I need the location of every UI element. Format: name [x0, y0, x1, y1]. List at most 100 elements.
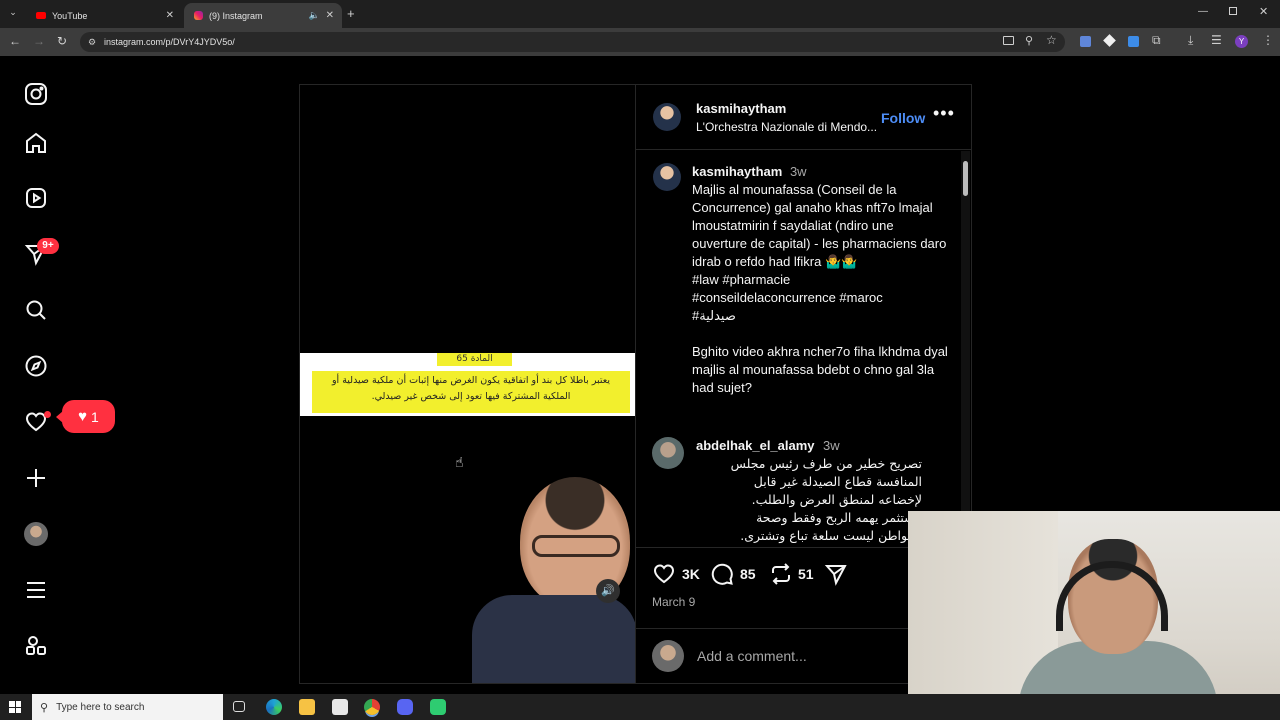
- mouse-cursor-icon: ☝: [455, 454, 464, 470]
- bookmark-star-icon[interactable]: ☆: [1046, 33, 1057, 47]
- repost-count[interactable]: 51: [798, 566, 814, 582]
- comment-icon[interactable]: [710, 562, 734, 591]
- create-plus-icon[interactable]: [22, 464, 50, 492]
- comment-line: تصريح خطير من طرف رئيس مجلس: [730, 456, 922, 471]
- comment-username[interactable]: abdelhak_el_alamy: [696, 438, 815, 453]
- profile-avatar[interactable]: [22, 520, 50, 548]
- comment-line: لإخضاعه لمنطق العرض والطلب.: [751, 492, 922, 507]
- avatar: [24, 522, 48, 546]
- profile-avatar-icon[interactable]: Y: [1235, 35, 1248, 48]
- taskbar-search-placeholder: Type here to search: [56, 701, 145, 713]
- caption-meta: kasmihaytham 3w: [692, 163, 952, 181]
- author-avatar[interactable]: [653, 103, 681, 131]
- close-icon[interactable]: ✕: [166, 10, 174, 21]
- likes-bubble-count: 1: [91, 408, 99, 425]
- also-from-meta-icon[interactable]: [22, 632, 50, 660]
- reels-icon[interactable]: [22, 184, 50, 212]
- highlighted-document-image: المادة 65 يعتبر باطلا كل بند أو اتفاقية …: [300, 353, 635, 416]
- windows-start-icon[interactable]: [9, 701, 21, 713]
- new-tab-button[interactable]: +: [347, 6, 355, 21]
- tab-youtube[interactable]: YouTube ✕: [26, 3, 182, 28]
- tab-label: (9) Instagram: [209, 10, 263, 21]
- site-info-icon[interactable]: ⚙: [88, 37, 96, 48]
- header-audio[interactable]: L'Orchestra Nazionale di Mendo...: [696, 120, 877, 134]
- follow-button[interactable]: Follow: [881, 110, 925, 126]
- comment-count[interactable]: 85: [740, 566, 756, 582]
- taskbar-search-box[interactable]: ⚲ Type here to search: [32, 694, 223, 720]
- comment-line: مستثمر يهمه الربح وفقط وصحة: [756, 510, 922, 525]
- install-icon[interactable]: [1003, 36, 1014, 45]
- download-icon[interactable]: ⤓: [1188, 33, 1193, 48]
- translate-icon[interactable]: [1080, 36, 1091, 47]
- bubble-pointer: [56, 411, 63, 423]
- repost-icon[interactable]: [769, 562, 793, 591]
- store-icon[interactable]: [332, 699, 348, 715]
- like-count[interactable]: 3K: [682, 566, 700, 582]
- post-date: March 9: [652, 595, 696, 609]
- maximize-button[interactable]: [1229, 7, 1237, 15]
- speaker-glasses: [532, 535, 620, 557]
- task-view-icon[interactable]: [233, 701, 245, 712]
- like-icon[interactable]: [652, 562, 676, 591]
- search-icon: ⚲: [40, 701, 49, 714]
- taskbar: ⚲ Type here to search: [0, 694, 1280, 720]
- caption-author-avatar[interactable]: [653, 163, 681, 191]
- reading-list-icon[interactable]: ☰: [1211, 33, 1222, 47]
- zoom-icon[interactable]: ⚲: [1025, 34, 1033, 47]
- extension-diamond-icon[interactable]: [1103, 34, 1116, 47]
- caption-text-2: Bghito video akhra ncher7o fiha lkhdma d…: [692, 344, 948, 395]
- comment-line: المنافسة قطاع الصيدلة غير قابل: [753, 474, 922, 489]
- comment-line: المواطن ليست سلعة تباع وتشترى.: [740, 528, 922, 543]
- tab-search-button[interactable]: ⌄: [6, 7, 20, 21]
- extension-blue-icon[interactable]: [1128, 36, 1139, 47]
- share-icon[interactable]: [824, 562, 848, 591]
- file-explorer-icon[interactable]: [299, 699, 315, 715]
- url-text: instagram.com/p/DVrY4JYDV5o/: [104, 37, 235, 47]
- close-icon[interactable]: ✕: [326, 10, 334, 21]
- caption-username[interactable]: kasmihaytham: [692, 164, 782, 179]
- image-caption-title: المادة 65: [437, 353, 512, 366]
- edge-icon[interactable]: [266, 699, 282, 715]
- hashtags-line-3[interactable]: #صيدلية: [692, 307, 952, 325]
- back-arrow-icon[interactable]: ←: [9, 34, 21, 48]
- likes-notification-bubble[interactable]: ♥ 1: [62, 400, 115, 433]
- reload-icon[interactable]: ↻: [57, 34, 67, 48]
- webcam-overlay: [908, 511, 1280, 720]
- minimize-button[interactable]: —: [1198, 6, 1208, 17]
- app-green-icon[interactable]: [430, 699, 446, 715]
- tab-bar: ⌄ YouTube ✕ (9) Instagram 🔈 ✕ + — ✕: [0, 0, 1280, 28]
- comment-time: 3w: [822, 438, 840, 453]
- extensions-puzzle-icon[interactable]: ⧉: [1152, 33, 1161, 48]
- instagram-logo-icon[interactable]: [22, 80, 50, 108]
- post-media[interactable]: المادة 65 يعتبر باطلا كل بند أو اتفاقية …: [299, 84, 636, 684]
- chrome-icon[interactable]: [364, 699, 380, 715]
- address-bar[interactable]: ⚙ instagram.com/p/DVrY4JYDV5o/: [80, 32, 1065, 52]
- menu-kebab-icon[interactable]: ⋮: [1262, 33, 1274, 47]
- add-comment-input[interactable]: Add a comment...: [697, 648, 807, 664]
- hashtags-line-2[interactable]: #conseildelaconcurrence #maroc: [692, 289, 952, 307]
- more-options-icon[interactable]: •••: [933, 103, 955, 124]
- scrollbar-track[interactable]: [961, 151, 970, 546]
- post-header: kasmihaytham L'Orchestra Nazionale di Me…: [636, 85, 972, 150]
- scrollbar-thumb[interactable]: [963, 161, 968, 196]
- commenter-avatar[interactable]: [652, 437, 684, 469]
- tab-label: YouTube: [52, 10, 88, 21]
- header-username[interactable]: kasmihaytham: [696, 101, 786, 116]
- instagram-icon: [194, 11, 203, 20]
- home-icon[interactable]: [22, 129, 50, 157]
- hashtags-line-1[interactable]: #law #pharmacie: [692, 271, 952, 289]
- more-menu-icon[interactable]: [22, 576, 50, 604]
- heart-icon: ♥: [78, 408, 88, 425]
- volume-icon[interactable]: 🔊: [596, 579, 620, 603]
- youtube-icon: [36, 12, 46, 19]
- forward-arrow-icon[interactable]: →: [33, 34, 45, 48]
- search-icon[interactable]: [22, 296, 50, 324]
- caption-block: kasmihaytham 3w Majlis al mounafassa (Co…: [692, 163, 952, 397]
- discord-icon[interactable]: [397, 699, 413, 715]
- explore-compass-icon[interactable]: [22, 352, 50, 380]
- image-caption-text: يعتبر باطلا كل بند أو اتفاقية يكون الغرض…: [312, 371, 630, 413]
- close-window-button[interactable]: ✕: [1259, 5, 1268, 18]
- notification-badge: 9+: [37, 238, 59, 254]
- tab-instagram[interactable]: (9) Instagram 🔈 ✕: [184, 3, 342, 28]
- mute-icon[interactable]: 🔈: [309, 10, 320, 21]
